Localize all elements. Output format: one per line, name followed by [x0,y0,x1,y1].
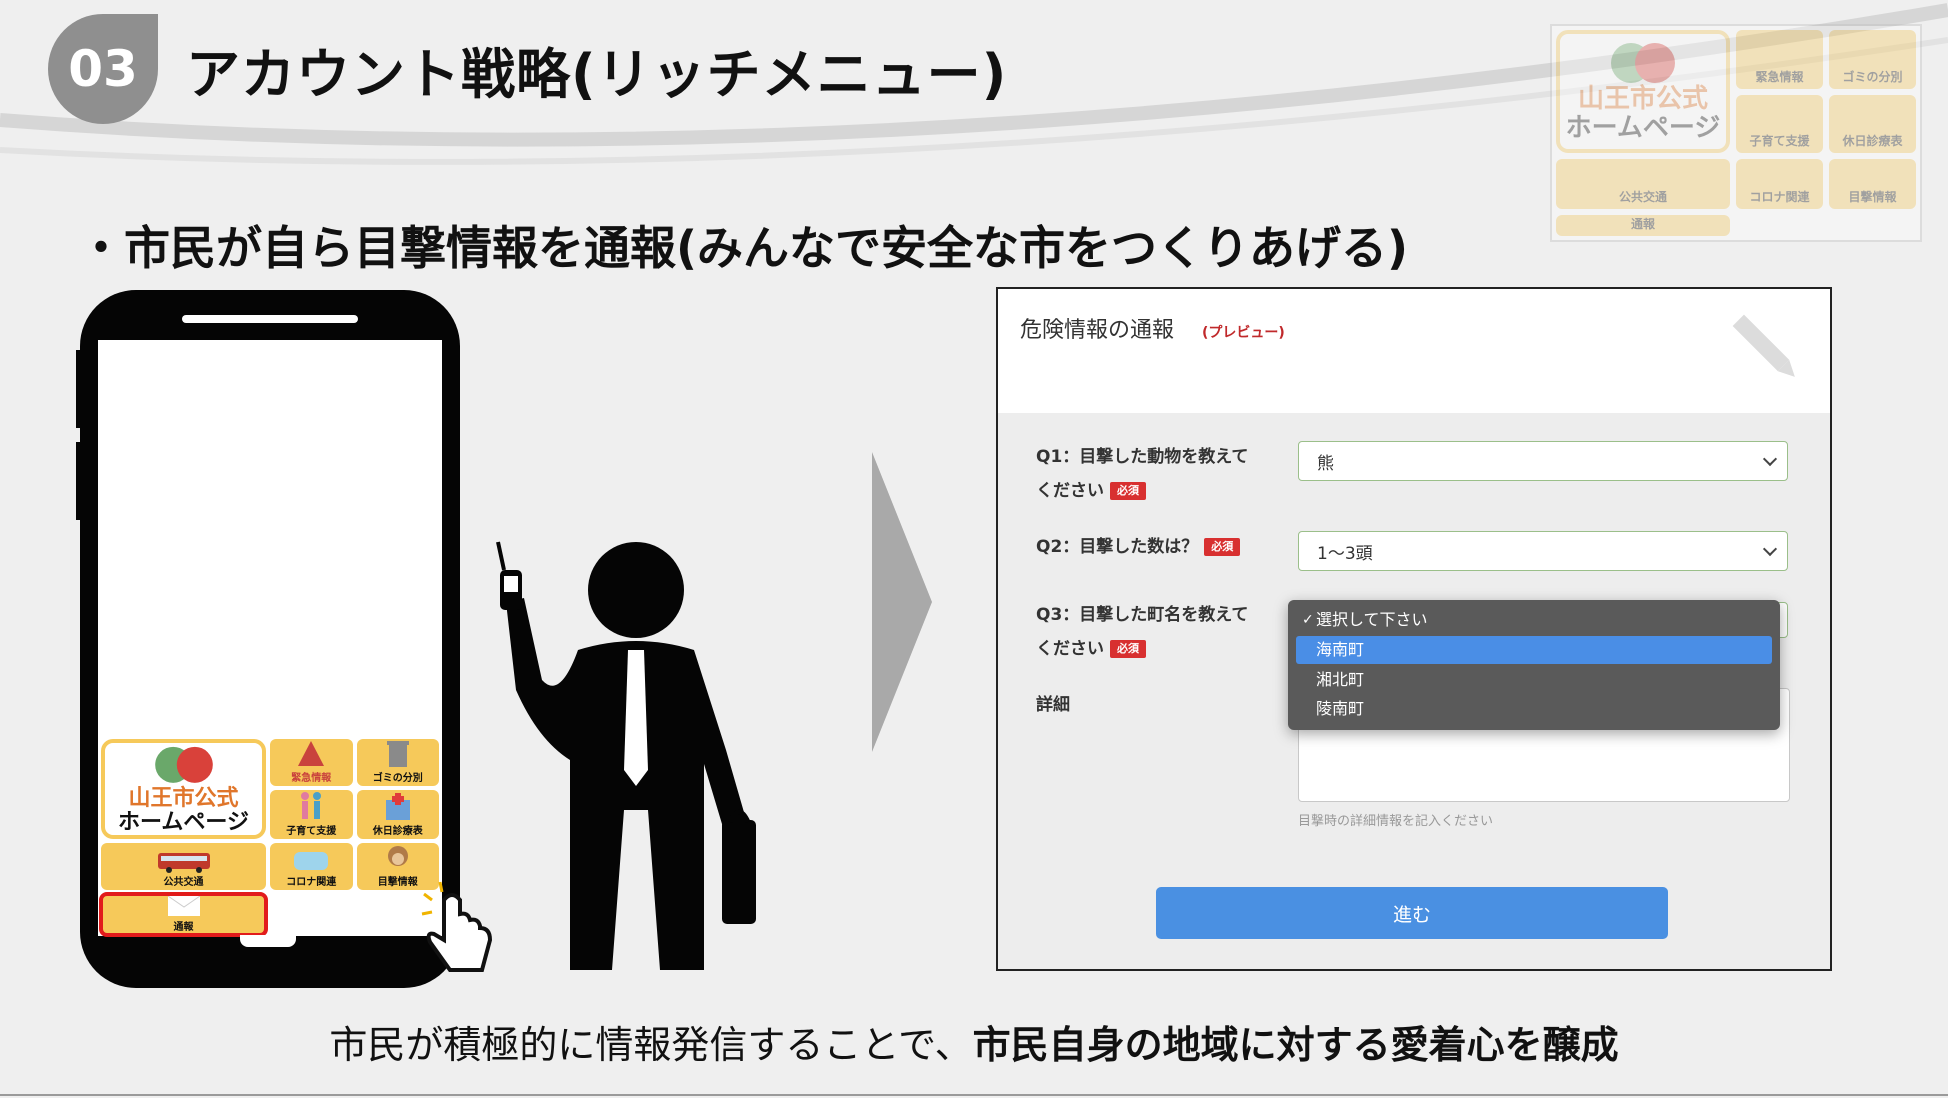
form-header [998,289,1830,413]
bottom-divider [0,1094,1948,1096]
dropdown-option[interactable]: 湘北町 [1296,666,1772,694]
menu-childcare[interactable]: 子育て支援 [270,790,353,839]
menu-covid[interactable]: コロナ関連 [270,843,353,890]
submit-button[interactable]: 進む [1156,887,1668,939]
q3-dropdown-list: ✓ 選択して下さい 海南町 湘北町 陵南町 [1288,600,1780,730]
chevron-down-icon [1762,541,1778,557]
menu-report[interactable]: 通報 [99,892,268,937]
menu-garbage[interactable]: ゴミの分別 [356,739,439,786]
preview-tag: (プレビュー) [1202,325,1285,341]
trash-icon [386,741,409,767]
menu-emergency[interactable]: 緊急情報 [270,739,353,786]
logo-icon [154,746,213,783]
hospital-icon [385,793,410,820]
menu-holiday-clinic: 休日診療表 [1829,94,1916,154]
q1-label: Q1：目撃した動物を教えて ください 必須 [1036,447,1249,501]
menu-transport: 公共交通 [1556,159,1730,209]
envelope-icon [167,895,200,916]
detail-label: 詳細 [1036,695,1070,715]
phone-speaker [182,315,358,323]
required-badge: 必須 [1110,482,1146,500]
phone-side-button [76,442,82,520]
menu-transport[interactable]: 公共交通 [101,843,266,890]
detail-help-text: 目撃時の詳細情報を記入ください [1298,814,1494,829]
checkmark-icon: ✓ [1302,612,1314,628]
menu-report: 通報 [1556,215,1730,236]
person-with-phone-illustration [496,541,756,970]
q3-label: Q3：目撃した町名を教えて ください 必須 [1036,605,1249,659]
q2-count-select[interactable]: 1〜3頭 [1298,531,1788,571]
logo-icon [1611,43,1675,83]
menu-emergency: 緊急情報 [1736,30,1823,89]
menu-childcare: 子育て支援 [1736,94,1823,154]
required-badge: 必須 [1204,538,1241,556]
subtitle: ・市民が自ら目撃情報を通報(みんなで安全な市をつくりあげる) [78,221,1409,275]
q2-label: Q2：目撃した数は？ 必須 [1036,530,1241,564]
bus-icon [157,853,210,873]
family-icon [301,792,322,819]
monkey-icon [387,846,408,866]
city-logo[interactable]: 山王市公式 ホームページ [101,739,266,839]
city-logo: 山王市公式 ホームページ [1556,30,1730,154]
menu-holiday-clinic[interactable]: 休日診療表 [356,790,439,839]
page-title: アカウント戦略(リッチメニュー) [186,43,1008,106]
conclusion-text: 市民が積極的に情報発信することで、市民自身の地域に対する愛着心を醸成 [329,1023,1619,1067]
menu-sighting: 目撃情報 [1829,159,1916,209]
dropdown-option[interactable]: 陵南町 [1296,695,1772,723]
menu-covid: コロナ関連 [1736,159,1823,209]
q1-animal-select[interactable]: 熊 [1298,441,1788,481]
mask-icon [294,852,329,870]
phone-side-button [76,350,82,428]
phone-home-indicator [240,935,296,947]
rich-menu-thumbnail: 山王市公式 ホームページ 緊急情報 ゴミの分別 子育て支援 休日診療表 公共交通 … [1550,24,1922,242]
form-title: 危険情報の通報 [1020,318,1175,343]
dropdown-option-highlighted[interactable]: 海南町 [1296,636,1772,664]
pencil-icon [1732,314,1795,377]
required-badge: 必須 [1110,640,1146,658]
menu-garbage: ゴミの分別 [1829,30,1916,89]
phone-rich-menu: 山王市公式 ホームページ 緊急情報 ゴミの分別 子育て支援 休日診療表 公共交通 … [98,736,442,937]
dropdown-option[interactable]: ✓ 選択して下さい [1296,606,1772,634]
arrow-right-icon [872,452,932,752]
warning-icon [298,741,325,766]
section-number: 03 [68,40,138,98]
chevron-down-icon [1762,451,1778,467]
tap-hand-icon [421,881,493,972]
